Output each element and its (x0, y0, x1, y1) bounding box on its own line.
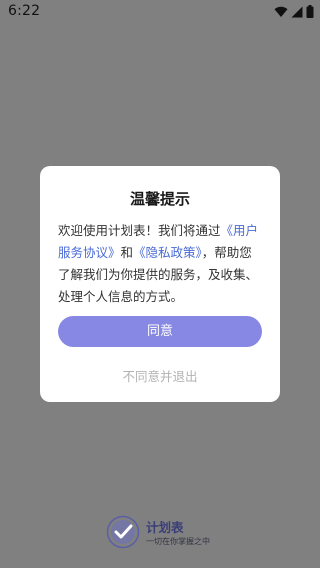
dialog-title: 温馨提示 (129, 190, 190, 208)
disagree-exit-button[interactable]: 不同意并退出 (40, 366, 280, 385)
status-bar: 6:22 (0, 0, 320, 24)
status-time: 6:22 (8, 3, 41, 19)
agree-button[interactable]: 同意 (58, 316, 262, 347)
dialog-body: 欢迎使用计划表！我们将通过《用户服务协议》和《隐私政策》，帮助您了解我们为你提供… (58, 220, 262, 308)
app-slogan: 一切在你掌握之中 (146, 537, 210, 546)
privacy-policy-link[interactable]: 《隐私政策》 (133, 245, 202, 260)
app-branding: 计划表 一切在你掌握之中 (106, 515, 226, 555)
dialog-text-and: 和 (120, 245, 134, 260)
signal-icon (291, 6, 303, 18)
status-icons (274, 5, 314, 18)
battery-icon (306, 5, 314, 18)
privacy-dialog: 温馨提示 欢迎使用计划表！我们将通过《用户服务协议》和《隐私政策》，帮助您了解我… (40, 166, 280, 402)
app-name: 计划表 (146, 520, 184, 535)
wifi-icon (274, 6, 288, 18)
app-logo-icon (106, 515, 140, 549)
dialog-text-intro: 欢迎使用计划表！我们将通过 (58, 223, 221, 238)
